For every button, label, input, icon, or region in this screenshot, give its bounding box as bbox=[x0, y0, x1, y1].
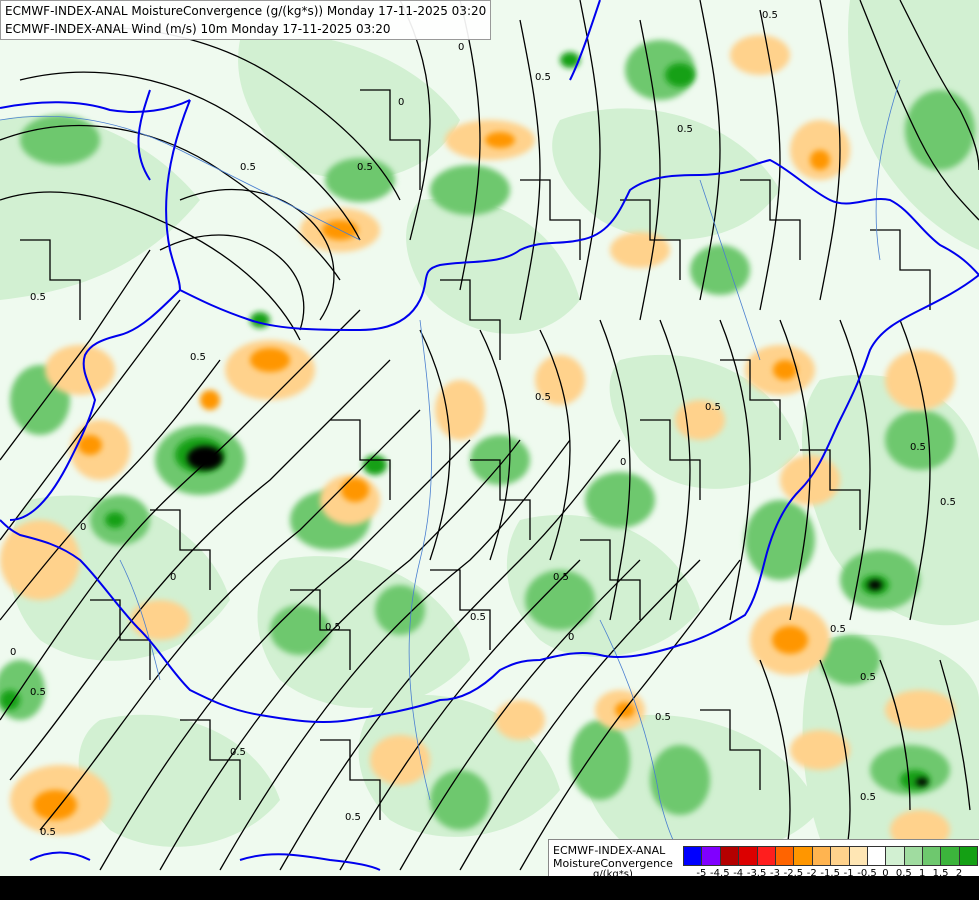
legend-swatch bbox=[811, 846, 832, 866]
legend-swatch bbox=[774, 846, 795, 866]
legend-swatch bbox=[738, 846, 758, 866]
legend-swatch bbox=[885, 846, 905, 866]
legend-swatch bbox=[866, 846, 887, 866]
contour-label: 0.5 bbox=[860, 792, 876, 803]
legend-swatch bbox=[848, 846, 868, 866]
contour-label: 0 bbox=[398, 97, 404, 108]
contour-label: 0.5 bbox=[677, 124, 693, 135]
contour-label: 0 bbox=[170, 572, 176, 583]
contour-label: 0 bbox=[10, 647, 16, 658]
contour-label: 0.5 bbox=[325, 622, 341, 633]
legend-title: ECMWF-INDEX-ANAL MoistureConvergence bbox=[553, 844, 673, 870]
contour-label: 0.5 bbox=[240, 162, 256, 173]
contour-label: 0.5 bbox=[357, 162, 373, 173]
contour-label: 0 bbox=[80, 522, 86, 533]
contour-label: 0.5 bbox=[30, 292, 46, 303]
contour-label: 0.5 bbox=[30, 687, 46, 698]
legend-swatch bbox=[830, 846, 850, 866]
legend-swatch bbox=[683, 846, 703, 866]
legend: ECMWF-INDEX-ANAL MoistureConvergence g/(… bbox=[548, 839, 979, 880]
legend-swatch bbox=[719, 846, 740, 866]
legend-swatch bbox=[903, 846, 924, 866]
legend-color-scale bbox=[683, 846, 979, 866]
map-title-box: ECMWF-INDEX-ANAL MoistureConvergence (g/… bbox=[0, 0, 492, 40]
contour-label: 0.5 bbox=[655, 712, 671, 723]
contour-label: 0.5 bbox=[553, 572, 569, 583]
contour-label: 0 bbox=[568, 632, 574, 643]
contour-label: 0.5 bbox=[860, 672, 876, 683]
contour-label: 0.5 bbox=[535, 392, 551, 403]
contour-label: 0.5 bbox=[470, 612, 486, 623]
contour-label: 0.5 bbox=[940, 497, 956, 508]
contour-label: 0.5 bbox=[910, 442, 926, 453]
legend-swatch bbox=[922, 846, 942, 866]
legend-title-model: ECMWF-INDEX-ANAL bbox=[553, 844, 666, 857]
legend-swatch bbox=[793, 846, 813, 866]
legend-swatch bbox=[940, 846, 960, 866]
weather-map: 0.5 0 0 0.5 0.5 0.5 0.5 0.5 0.5 0 0.5 0.… bbox=[0, 0, 979, 900]
contour-label: 0.5 bbox=[190, 352, 206, 363]
contour-label: 0.5 bbox=[230, 747, 246, 758]
contour-label: 0.5 bbox=[762, 10, 778, 21]
contour-label: 0.5 bbox=[345, 812, 361, 823]
legend-swatch bbox=[958, 846, 979, 866]
bottom-strip bbox=[0, 876, 979, 900]
map-title-wind: ECMWF-INDEX-ANAL Wind (m/s) 10m Monday 1… bbox=[5, 22, 391, 36]
contour-label: 0 bbox=[458, 42, 464, 53]
contour-label: 0.5 bbox=[705, 402, 721, 413]
contour-label: 0.5 bbox=[535, 72, 551, 83]
legend-swatch bbox=[756, 846, 776, 866]
contour-label: 0.5 bbox=[830, 624, 846, 635]
contour-label: 0 bbox=[620, 457, 626, 468]
contour-label: 0.5 bbox=[40, 827, 56, 838]
legend-swatch bbox=[701, 846, 721, 866]
map-title-convergence: ECMWF-INDEX-ANAL MoistureConvergence (g/… bbox=[5, 4, 487, 18]
